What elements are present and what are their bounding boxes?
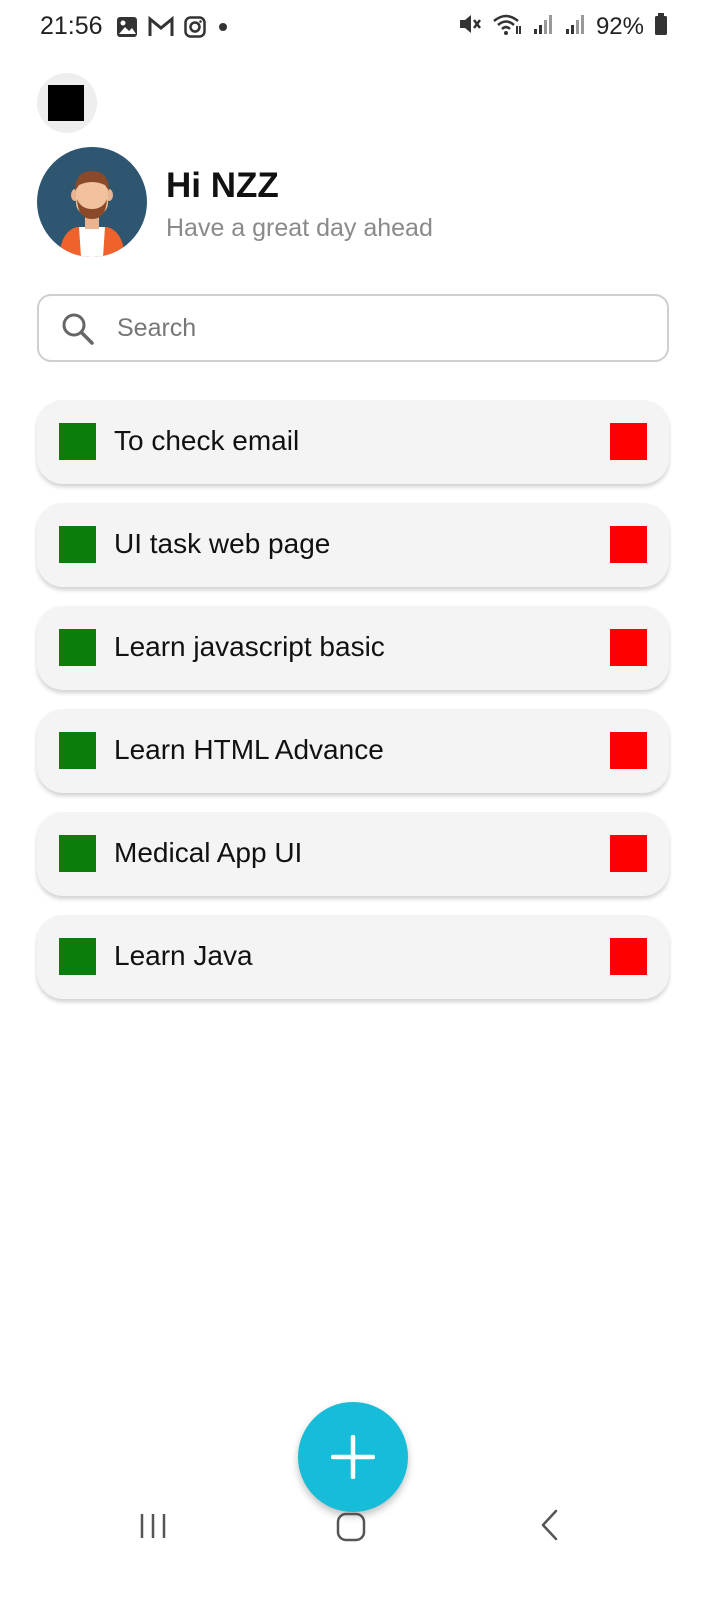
signal-icon <box>564 12 586 41</box>
plus-icon <box>331 1435 375 1479</box>
task-checkbox[interactable] <box>59 629 96 666</box>
task-delete-button[interactable] <box>610 423 647 460</box>
task-delete-button[interactable] <box>610 526 647 563</box>
task-delete-button[interactable] <box>610 629 647 666</box>
back-icon[interactable] <box>538 1508 562 1547</box>
search-bar[interactable] <box>37 294 669 362</box>
search-icon <box>61 312 95 346</box>
task-item[interactable]: Learn javascript basic <box>37 606 669 690</box>
wifi-icon <box>492 12 522 41</box>
task-item[interactable]: UI task web page <box>37 503 669 587</box>
task-checkbox[interactable] <box>59 835 96 872</box>
avatar <box>37 147 147 257</box>
gallery-icon <box>116 16 138 43</box>
recents-icon[interactable] <box>138 1512 168 1545</box>
greeting-subtitle: Have a great day ahead <box>166 214 433 242</box>
task-list: To check email UI task web page Learn ja… <box>37 400 669 1018</box>
task-checkbox[interactable] <box>59 732 96 769</box>
task-label: To check email <box>114 425 300 456</box>
search-input[interactable] <box>117 308 637 348</box>
signal-icon <box>532 12 554 41</box>
status-system-icons: 92% <box>458 12 668 41</box>
task-label: Learn Java <box>114 940 253 971</box>
menu-icon <box>48 85 84 121</box>
task-label: UI task web page <box>114 528 331 559</box>
mute-icon <box>458 12 482 41</box>
task-checkbox[interactable] <box>59 938 96 975</box>
status-bar: 21:56 92% <box>0 0 720 56</box>
task-checkbox[interactable] <box>59 526 96 563</box>
home-icon[interactable] <box>336 1510 366 1547</box>
task-delete-button[interactable] <box>610 835 647 872</box>
add-task-button[interactable] <box>298 1402 408 1512</box>
dot-icon <box>216 16 230 43</box>
task-item[interactable]: Medical App UI <box>37 812 669 896</box>
task-delete-button[interactable] <box>610 732 647 769</box>
task-label: Learn javascript basic <box>114 631 385 662</box>
task-checkbox[interactable] <box>59 423 96 460</box>
menu-button[interactable] <box>37 73 97 133</box>
task-item[interactable]: Learn Java <box>37 915 669 999</box>
task-item[interactable]: Learn HTML Advance <box>37 709 669 793</box>
greeting-title: Hi NZZ <box>166 166 279 205</box>
status-notification-icons <box>116 15 230 43</box>
task-label: Learn HTML Advance <box>114 734 384 765</box>
task-item[interactable]: To check email <box>37 400 669 484</box>
instagram-icon <box>184 16 206 43</box>
task-label: Medical App UI <box>114 837 303 868</box>
battery-percent: 92% <box>595 12 644 40</box>
gmail-icon <box>148 15 174 43</box>
battery-icon <box>654 12 668 41</box>
status-time: 21:56 <box>40 12 103 40</box>
task-delete-button[interactable] <box>610 938 647 975</box>
